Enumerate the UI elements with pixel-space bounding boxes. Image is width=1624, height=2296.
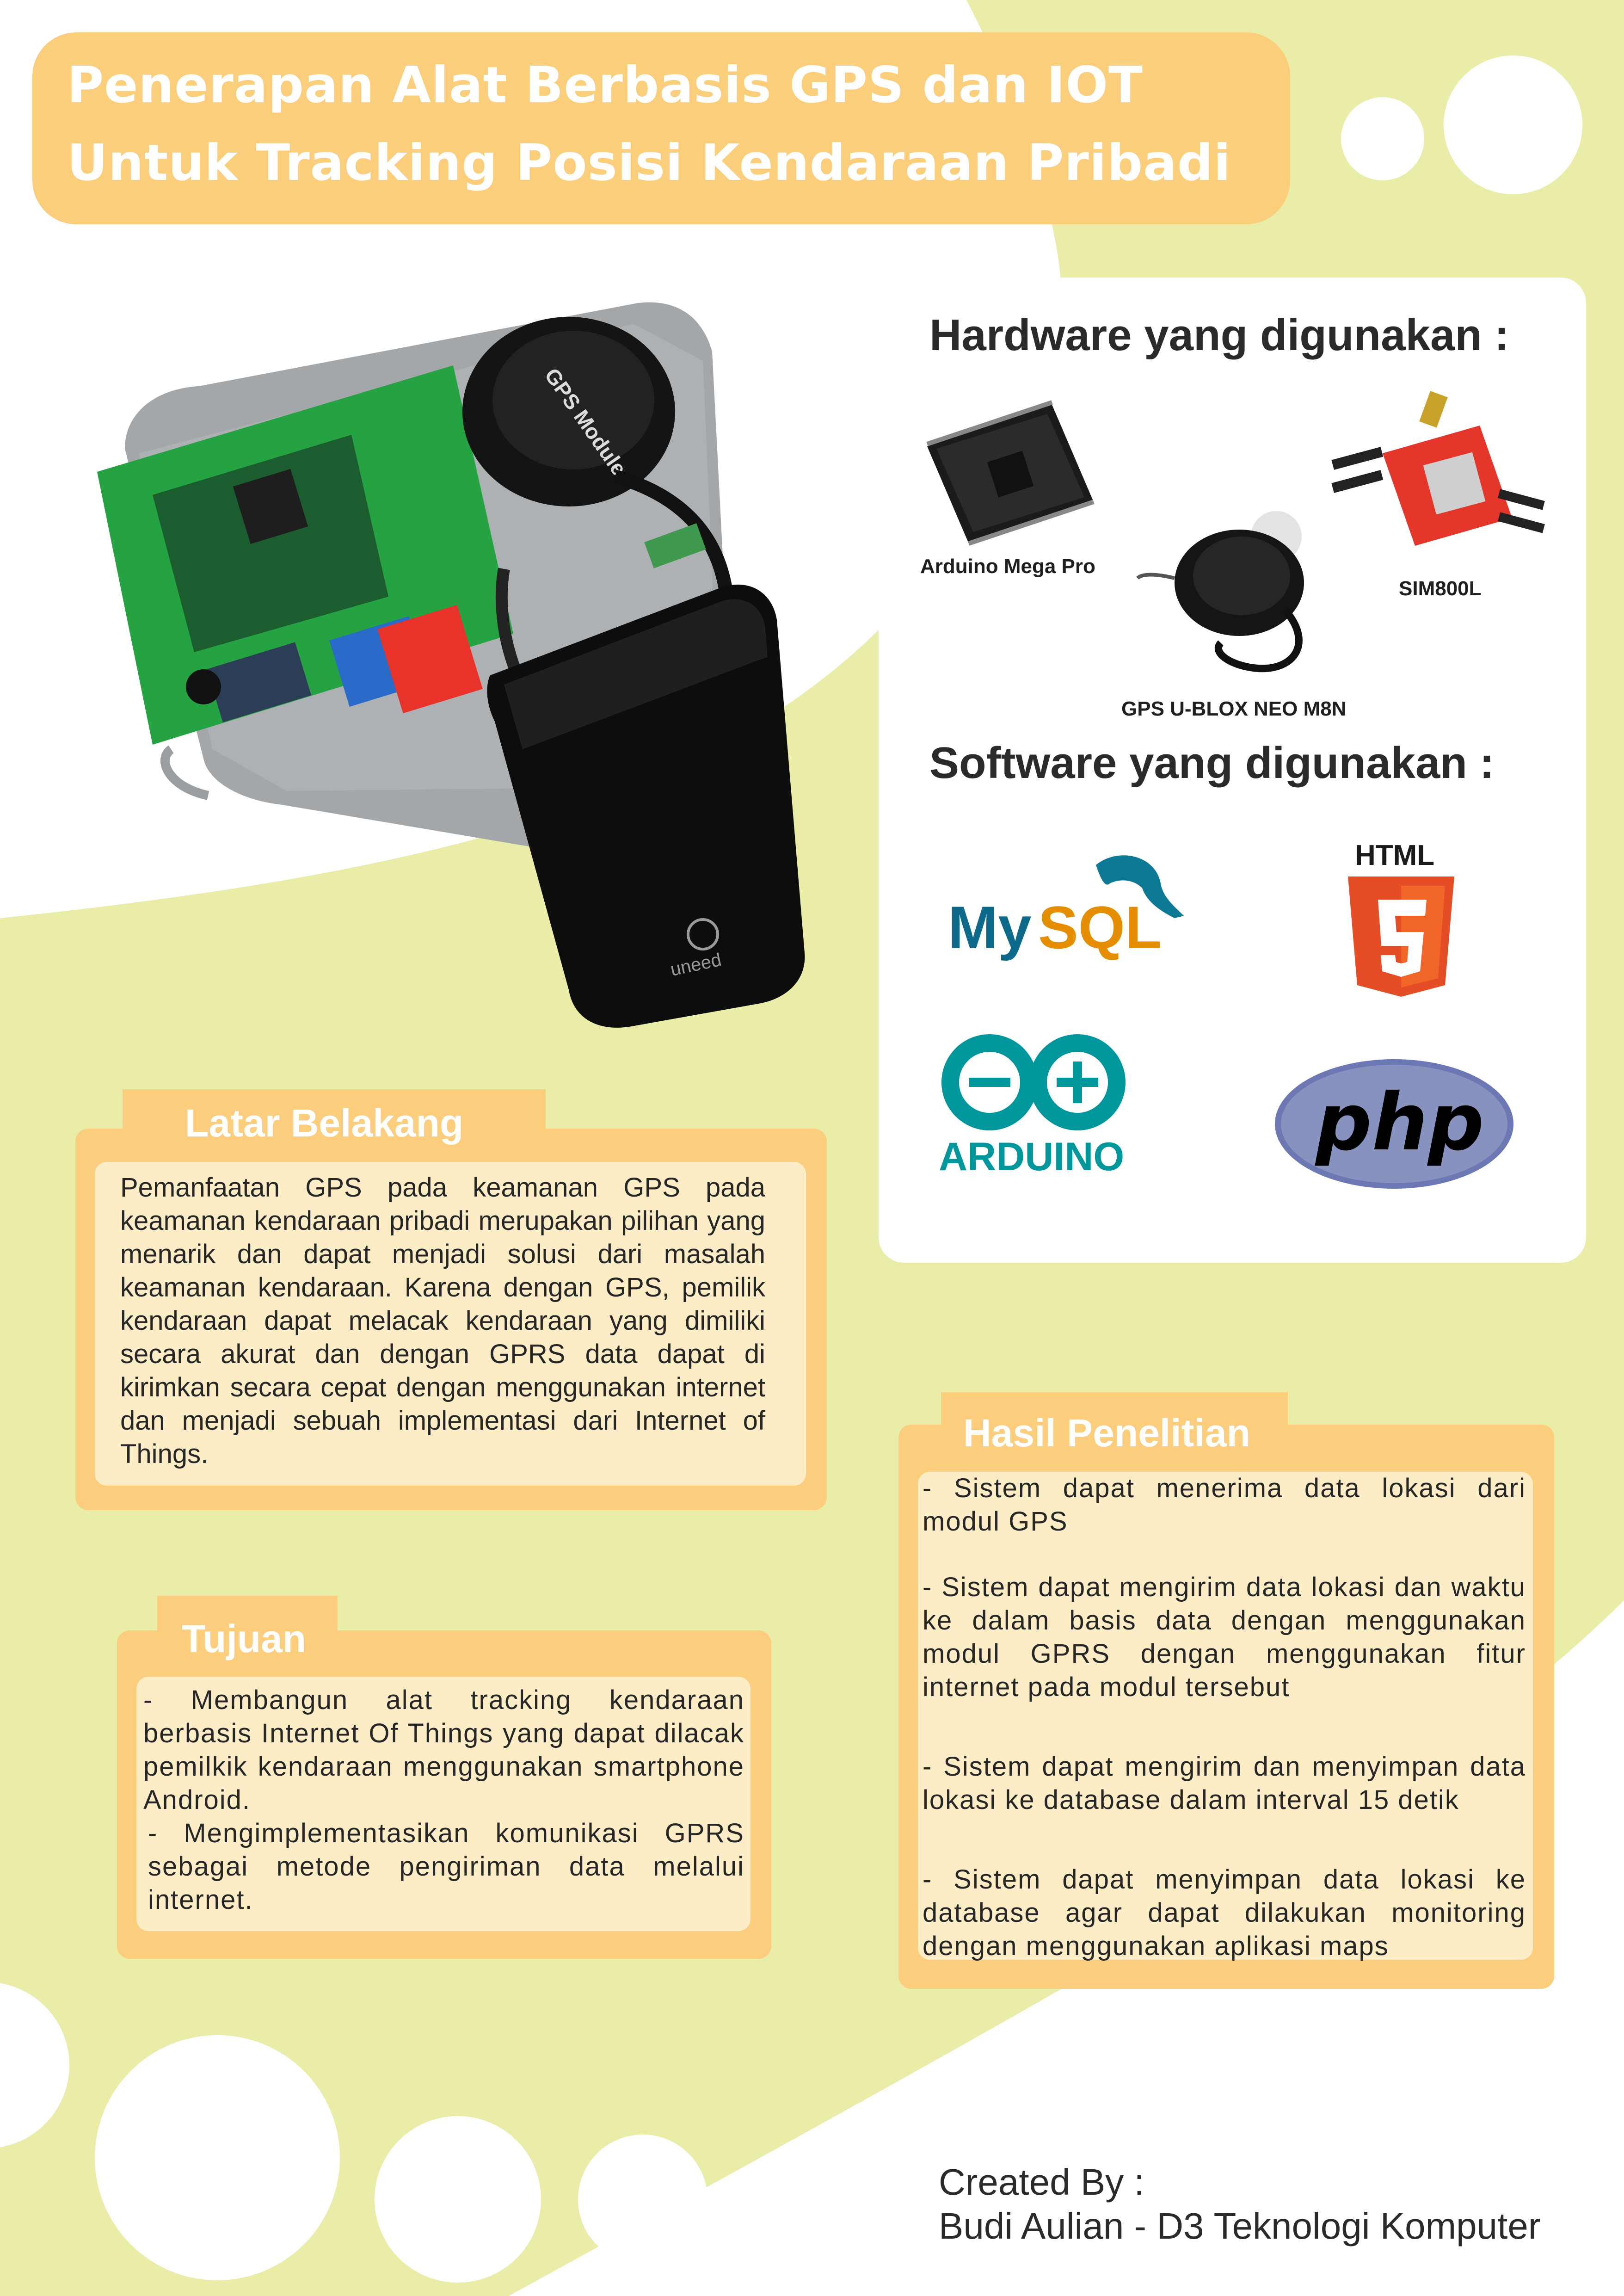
svg-text:ARDUINO: ARDUINO (939, 1135, 1124, 1179)
hasil-penelitian-box: Hasil Penelitian - Sistem dapat menerima… (898, 1411, 1554, 1989)
svg-text:php: php (1315, 1077, 1484, 1168)
hasil-item-3: - Sistem dapat mengirim dan menyimpan da… (923, 1752, 1526, 1815)
hw-label-sim800l: SIM800L (1399, 577, 1482, 600)
capacitor (186, 669, 221, 704)
deco-circle-2 (1444, 56, 1582, 194)
hardware-heading: Hardware yang digunakan : (929, 310, 1509, 360)
deco-circle-1 (1341, 97, 1424, 180)
title-line-1: Penerapan Alat Berbasis GPS dan IOT (67, 56, 1143, 114)
gps-tracker-device-photo: GPS Module uneed (97, 302, 805, 1028)
tujuan-box: Tujuan - Membangun alat tracking kendara… (117, 1617, 771, 1959)
svg-text:SQL: SQL (1038, 894, 1162, 961)
deco-circle-6 (578, 2135, 707, 2264)
deco-circle-4 (95, 2035, 340, 2280)
technology-panel: Hardware yang digunakan : Arduino Mega P… (879, 278, 1586, 1263)
mysql-logo: My SQL (948, 855, 1184, 961)
tujuan-item-2: - Mengimplementasikan komunikasi GPRS se… (148, 1818, 744, 1915)
svg-text:HTML: HTML (1355, 839, 1434, 871)
sim800l-module-icon (1331, 391, 1545, 546)
tujuan-item-1: - Membangun alat tracking kendaraan berb… (143, 1685, 744, 1815)
hasil-penelitian-heading: Hasil Penelitian (963, 1411, 1250, 1455)
poster: Penerapan Alat Berbasis GPS dan IOT Untu… (0, 0, 1624, 2296)
footer-author: Budi Aulian - D3 Teknologi Komputer (939, 2205, 1541, 2247)
hasil-item-4: - Sistem dapat menyimpan data lokasi ke … (923, 1864, 1526, 1961)
arduino-mega-pro-board-icon (926, 400, 1095, 546)
arduino-logo: ARDUINO (939, 1034, 1126, 1179)
tujuan-content: - Membangun alat tracking kendaraan berb… (136, 1677, 750, 1931)
latar-belakang-content: Pemanfaatan GPS pada keamanan GPS pada k… (95, 1162, 806, 1486)
footer-created-by: Created By : (939, 2161, 1144, 2203)
latar-belakang-text: Pemanfaatan GPS pada keamanan GPS pada k… (120, 1173, 765, 1469)
tujuan-heading: Tujuan (182, 1617, 307, 1660)
software-heading: Software yang digunakan : (929, 738, 1495, 788)
title-line-2: Untuk Tracking Posisi Kendaraan Pribadi (67, 134, 1231, 192)
hasil-penelitian-content: - Sistem dapat menerima data lokasi dari… (918, 1472, 1533, 1961)
deco-circle-5 (375, 2116, 541, 2283)
svg-text:My: My (948, 894, 1032, 961)
html5-logo: HTML (1348, 839, 1454, 997)
hasil-item-1: - Sistem dapat menerima data lokasi dari… (923, 1473, 1526, 1537)
title-banner: Penerapan Alat Berbasis GPS dan IOT Untu… (32, 32, 1290, 224)
gps-ublox-antenna-icon (1136, 511, 1304, 673)
enclosure-edge (160, 745, 209, 800)
latar-belakang-box: Latar Belakang Pemanfaatan GPS pada keam… (75, 1101, 827, 1510)
hasil-item-2: - Sistem dapat mengirim data lokasi dan … (923, 1572, 1526, 1702)
footer-credits: Created By : Budi Aulian - D3 Teknologi … (939, 2160, 1541, 2248)
hw-label-arduino-mega-pro: Arduino Mega Pro (920, 555, 1095, 578)
latar-belakang-heading: Latar Belakang (185, 1101, 464, 1145)
php-logo: php (1275, 1059, 1513, 1189)
hw-label-gps-ublox: GPS U-BLOX NEO M8N (1121, 697, 1347, 720)
